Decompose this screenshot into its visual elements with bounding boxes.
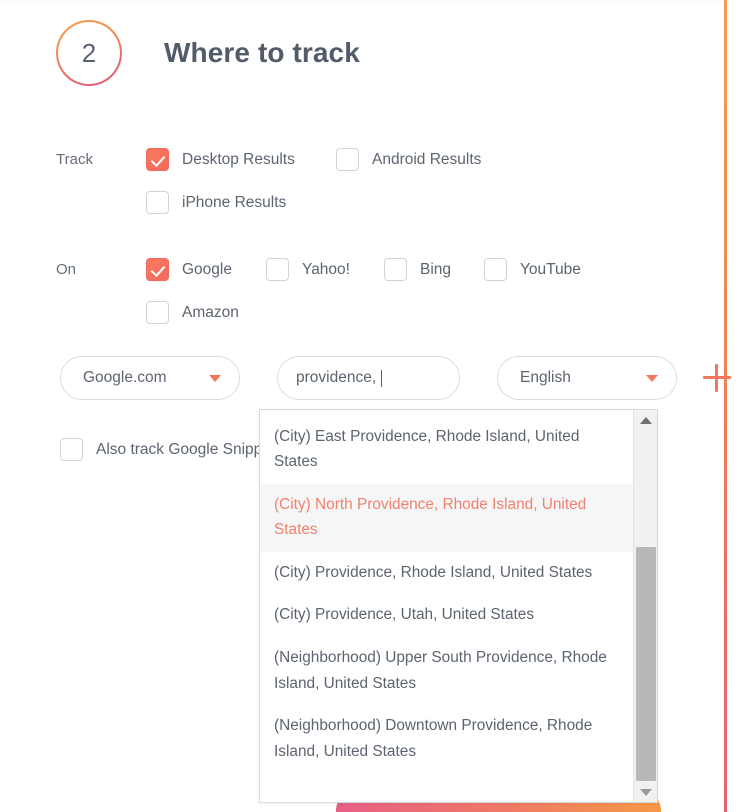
list-item[interactable]: (City) Providence, Rhode Island, United … xyxy=(260,552,634,595)
checkbox-label: Yahoo! xyxy=(302,260,350,278)
triangle-down-icon xyxy=(640,788,652,796)
checkbox-google[interactable]: Google xyxy=(146,258,266,281)
list-item[interactable]: (Neighborhood) Downtown Providence, Rhod… xyxy=(260,705,634,773)
checkbox-android-results[interactable]: Android Results xyxy=(336,148,481,171)
list-item[interactable]: (City) East Providence, Rhode Island, Un… xyxy=(260,416,634,484)
checkbox-box-checked-icon[interactable] xyxy=(146,258,169,281)
autocomplete-list: (City) ... Providence, Rhode Island, Uni… xyxy=(260,410,634,773)
checkbox-label: Android Results xyxy=(372,150,482,168)
search-engine-select[interactable]: Google.com xyxy=(60,356,240,400)
add-location-button[interactable] xyxy=(703,364,731,392)
checkbox-box-icon[interactable] xyxy=(384,258,407,281)
checkbox-amazon[interactable]: Amazon xyxy=(146,301,239,324)
track-row: Track Desktop Results Android Results iP… xyxy=(56,148,481,214)
location-input[interactable]: providence, xyxy=(277,356,460,400)
step-number: 2 xyxy=(81,38,97,68)
step-card: 2 Where to track Track Desktop Results A… xyxy=(0,0,741,812)
step-title: Where to track xyxy=(164,37,360,68)
scrollbar-up-arrow[interactable] xyxy=(634,410,657,430)
text-cursor xyxy=(381,369,383,387)
list-item[interactable]: (Neighborhood) Upper South Providence, R… xyxy=(260,637,634,705)
checkbox-box-icon[interactable] xyxy=(266,258,289,281)
checkbox-label: iPhone Results xyxy=(182,193,287,211)
step-number-badge: 2 xyxy=(56,20,122,86)
chevron-down-icon[interactable] xyxy=(646,374,658,382)
checkbox-box-icon[interactable] xyxy=(146,191,169,214)
on-row-label: On xyxy=(56,261,77,278)
checkbox-box-icon[interactable] xyxy=(484,258,507,281)
on-row: On Google Yahoo! Bing YouTube Amazon xyxy=(56,258,581,324)
location-input-value: providence, xyxy=(296,369,377,386)
card-gradient-edge xyxy=(724,0,727,812)
location-autocomplete-dropdown: (City) ... Providence, Rhode Island, Uni… xyxy=(259,409,658,803)
on-row-line-1: Google Yahoo! Bing YouTube xyxy=(146,258,581,281)
language-select-wrap: English xyxy=(497,356,677,400)
triangle-up-icon xyxy=(640,416,652,424)
track-row-line-1: Desktop Results Android Results xyxy=(146,148,481,171)
search-engine-value: Google.com xyxy=(83,369,167,386)
on-row-line-2: Amazon xyxy=(146,301,581,324)
checkbox-label: Google xyxy=(182,260,232,278)
checkbox-label: YouTube xyxy=(520,260,581,278)
scrollbar-down-arrow[interactable] xyxy=(634,782,657,802)
list-item-active[interactable]: (City) North Providence, Rhode Island, U… xyxy=(260,483,634,552)
checkbox-box-icon[interactable] xyxy=(146,301,169,324)
top-hairline xyxy=(0,0,727,5)
language-select[interactable]: English xyxy=(497,356,677,400)
checkbox-label: Desktop Results xyxy=(182,150,295,168)
checkbox-bing[interactable]: Bing xyxy=(384,258,484,281)
checkbox-box-checked-icon[interactable] xyxy=(146,148,169,171)
checkbox-desktop-results[interactable]: Desktop Results xyxy=(146,148,336,171)
autocomplete-scrollbar[interactable] xyxy=(633,410,657,802)
track-row-line-2: iPhone Results xyxy=(146,191,481,214)
scrollbar-thumb[interactable] xyxy=(636,547,656,781)
page-title: 2 Where to track xyxy=(56,20,360,86)
checkbox-yahoo[interactable]: Yahoo! xyxy=(266,258,384,281)
checkbox-iphone-results[interactable]: iPhone Results xyxy=(146,191,286,214)
checkbox-youtube[interactable]: YouTube xyxy=(484,258,581,281)
checkbox-box-icon[interactable] xyxy=(60,438,83,461)
language-value: English xyxy=(520,369,571,386)
location-settings-row: Google.com providence, English xyxy=(60,356,731,400)
track-row-label: Track xyxy=(56,151,93,168)
checkbox-box-icon[interactable] xyxy=(336,148,359,171)
list-item[interactable]: (City) Providence, Utah, United States xyxy=(260,594,634,637)
checkbox-label: Amazon xyxy=(182,303,239,321)
checkbox-label: Bing xyxy=(420,260,452,278)
chevron-down-icon[interactable] xyxy=(209,374,221,382)
